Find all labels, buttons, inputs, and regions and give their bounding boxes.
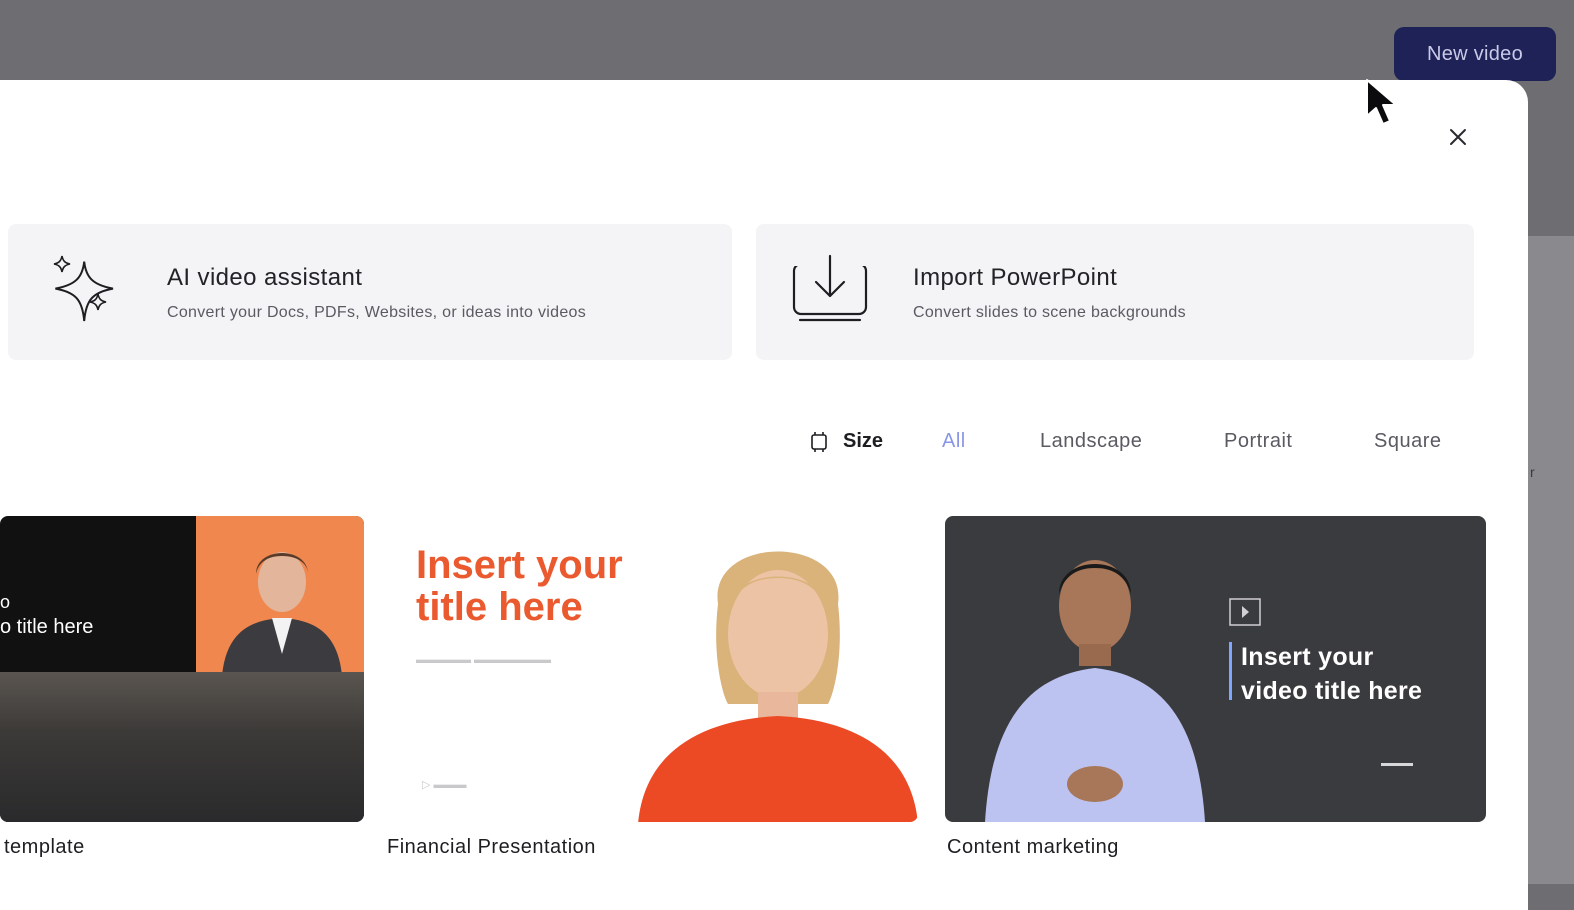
filter-option-landscape[interactable]: Landscape: [1040, 430, 1142, 453]
import-powerpoint-card[interactable]: Import PowerPoint Convert slides to scen…: [756, 224, 1474, 360]
filter-option-square[interactable]: Square: [1374, 430, 1442, 453]
size-icon: [808, 431, 830, 453]
template-caption: template: [4, 836, 85, 858]
filter-option-all[interactable]: All: [942, 430, 966, 453]
thumbnail-headline: Insert your video title here: [1241, 643, 1423, 705]
thumbnail-dash: [1381, 763, 1413, 766]
size-filter-label: Size: [843, 430, 884, 452]
accent-bar: [1229, 642, 1232, 700]
thumbnail-headline: Insert your title here: [416, 543, 623, 629]
backdrop-panel: r: [1528, 236, 1574, 884]
template-thumbnail[interactable]: o o title here: [0, 516, 364, 822]
mouse-cursor-icon: [1364, 78, 1404, 130]
thumbnail-title-text: o title here: [0, 616, 94, 638]
presenter-figure: [638, 551, 918, 822]
content-marketing-thumbnail[interactable]: Insert your video title here: [945, 516, 1486, 822]
import-icon: [792, 252, 868, 330]
content-marketing-caption: Content marketing: [947, 836, 1119, 858]
close-icon[interactable]: [1446, 125, 1470, 149]
sparkles-icon: [46, 254, 122, 330]
thumbnail-subline: ▬▬▬▬▬ ▬▬▬▬▬▬▬: [416, 654, 552, 666]
thumbnail-text: o: [0, 592, 11, 612]
ai-card-title: AI video assistant: [167, 264, 363, 291]
presenter-figure: [985, 560, 1205, 822]
ppt-card-subtitle: Convert slides to scene backgrounds: [913, 304, 1186, 321]
ai-card-subtitle: Convert your Docs, PDFs, Websites, or id…: [167, 304, 587, 321]
backdrop-text-fragment: r: [1530, 464, 1535, 480]
financial-presentation-thumbnail[interactable]: Insert your title here ▬▬▬▬▬ ▬▬▬▬▬▬▬ ▷ ▬…: [386, 516, 918, 822]
presenter-figure: [222, 552, 342, 676]
video-frame-icon: [1229, 598, 1261, 626]
office-background: [0, 672, 364, 822]
financial-presentation-caption: Financial Presentation: [387, 836, 596, 858]
new-video-button[interactable]: New video: [1394, 27, 1556, 81]
filter-option-portrait[interactable]: Portrait: [1224, 430, 1292, 453]
ai-video-assistant-card[interactable]: AI video assistant Convert your Docs, PD…: [8, 224, 732, 360]
ppt-card-title: Import PowerPoint: [913, 264, 1118, 291]
thumbnail-logo: ▷ ▬▬▬: [422, 779, 467, 791]
